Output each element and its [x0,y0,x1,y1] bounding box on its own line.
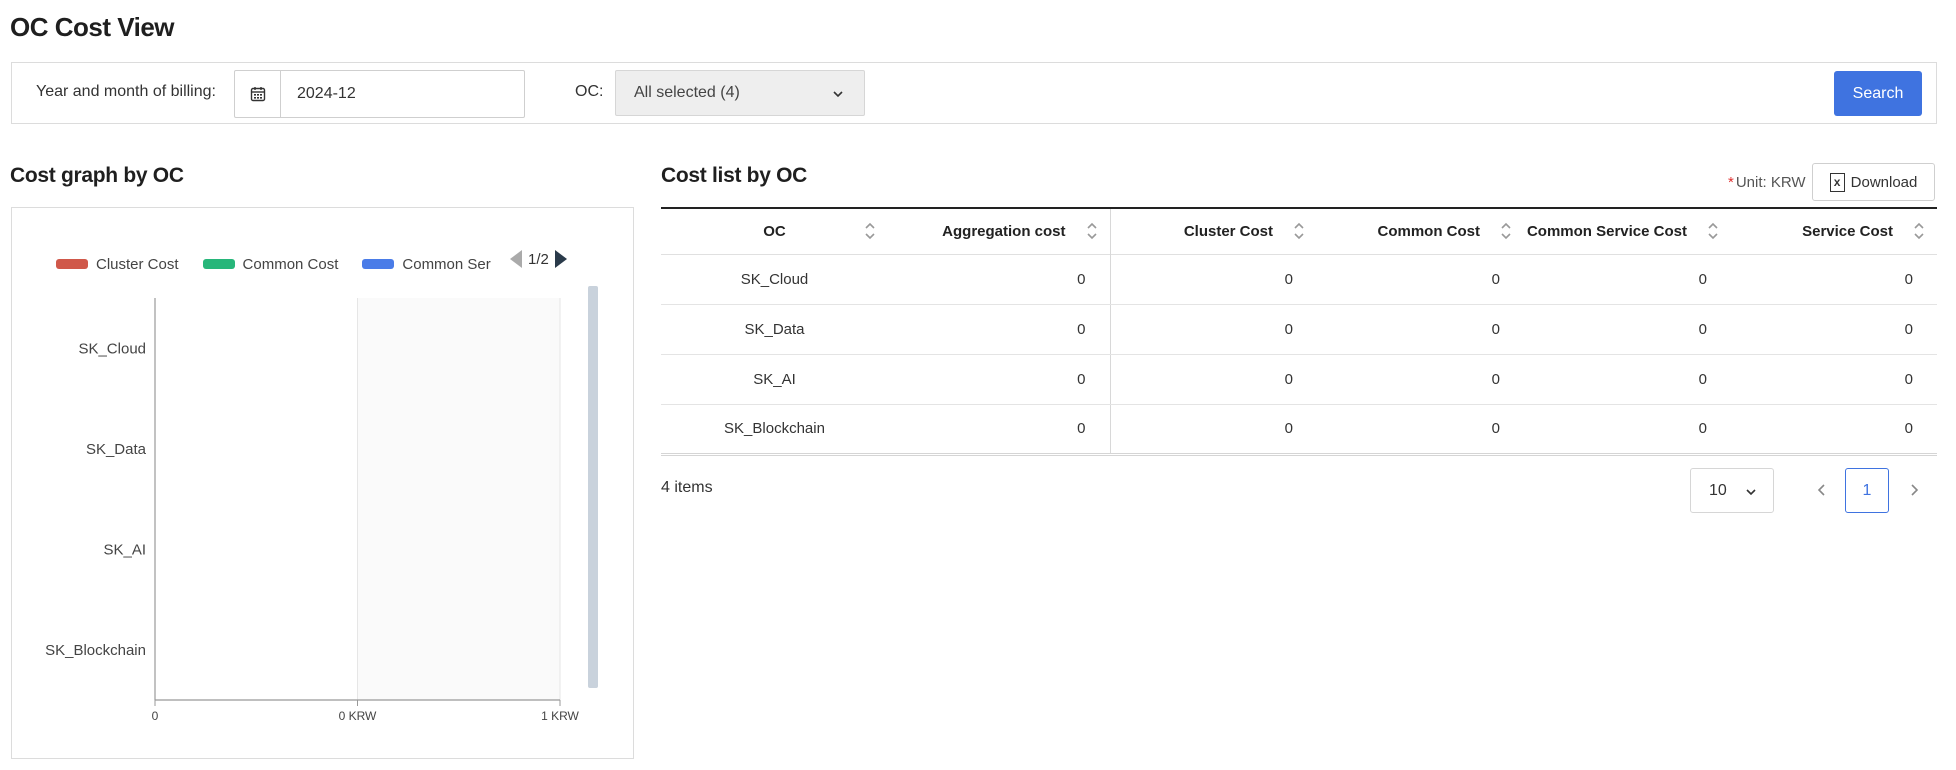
chevron-down-icon [832,87,844,105]
cost-cell: 0 [888,404,1111,456]
column-header-label: Service Cost [1802,222,1893,240]
page-title: OC Cost View [10,12,175,42]
sort-icon[interactable] [1913,221,1925,241]
table-header-row: OC Aggregation cost Cluster Cost Common Cos… [661,208,1937,254]
cost-cell: 0 [1524,254,1731,305]
column-header-label: Common Cost [1377,222,1481,240]
column-header[interactable]: OC [661,208,888,254]
cost-cell: 0 [1524,354,1731,405]
cost-cell: 0 [1110,304,1317,355]
billing-month-input[interactable] [281,71,524,117]
y-category-label: SK_AI [103,541,146,558]
pagination-page-current[interactable]: 1 [1845,468,1889,513]
column-header-label: Cluster Cost [1183,222,1273,240]
x-tick-label: 0 [152,709,159,723]
cost-cell: 0 [888,304,1111,355]
cost-cell: 0 [1317,354,1524,405]
cost-cell: 0 [1524,304,1731,355]
cost-cell: 0 [888,254,1111,305]
x-tick-label: 0 KRW [339,709,377,723]
sort-icon[interactable] [1086,221,1098,241]
unit-label: * Unit: KRW [1728,174,1806,191]
oc-name-cell: SK_AI [661,354,888,405]
cost-graph-chart: 0 0 KRW 1 KRW SK_Cloud SK_Data SK_AI SK_Blockc… [45,298,580,723]
download-label: Download [1850,173,1918,191]
oc-name-cell: SK_Blockchain [661,404,888,456]
table-row[interactable]: SK_AI 0 0 0 0 0 [661,354,1937,405]
page-size-value: 10 [1709,481,1727,499]
oc-select[interactable]: All selected (4) [615,70,865,116]
cost-cell: 0 [1110,354,1317,405]
oc-label: OC: [575,83,604,100]
cost-cell: 0 [1731,354,1937,405]
page-size-select[interactable]: 10 [1690,468,1774,513]
y-category-label: SK_Blockchain [45,642,146,659]
cost-cell: 0 [1317,254,1524,305]
cost-table: OC Aggregation cost Cluster Cost Common Cos… [661,207,1937,456]
cost-cell: 0 [1731,254,1937,305]
cost-graph-panel: Cluster Cost Common Cost Common Ser 1/2 … [11,207,634,759]
cost-cell: 0 [1317,404,1524,456]
cost-cell: 0 [888,354,1111,405]
column-header[interactable]: Common Cost [1317,208,1524,254]
calendar-icon[interactable] [235,71,281,117]
cost-cell: 0 [1110,404,1317,456]
chart-zoom-scrollbar[interactable] [588,286,598,688]
oc-select-value: All selected (4) [634,84,740,101]
download-button[interactable]: x Download [1812,163,1935,201]
oc-name-cell: SK_Data [661,304,888,355]
unit-text: Unit: KRW [1735,174,1806,191]
y-category-label: SK_Cloud [78,340,146,357]
billing-month-label: Year and month of billing: [36,83,216,100]
search-button[interactable]: Search [1834,71,1922,116]
table-row[interactable]: SK_Cloud 0 0 0 0 0 [661,254,1937,305]
cost-cell: 0 [1731,304,1937,355]
chevron-down-icon [1745,485,1757,503]
sort-icon[interactable] [1293,221,1305,241]
sort-icon[interactable] [1707,221,1719,241]
excel-file-icon: x [1829,172,1845,192]
column-header-label: Common Service Cost [1526,222,1687,240]
cost-cell: 0 [1317,304,1524,355]
x-tick-label: 1 KRW [541,709,579,723]
billing-month-picker[interactable] [234,70,525,118]
graph-title: Cost graph by OC [10,164,184,187]
cost-cell: 0 [1524,404,1731,456]
table-row[interactable]: SK_Blockchain 0 0 0 0 0 [661,404,1937,456]
plot-area-shade [357,298,560,700]
sort-icon[interactable] [864,221,876,241]
column-header-label: OC [763,222,786,240]
filter-bar: Year and month of billing: OC: All selec… [11,62,1937,124]
column-header[interactable]: Aggregation cost [888,208,1111,254]
column-header-label: Aggregation cost [942,222,1066,240]
chevron-right-icon[interactable] [1904,480,1924,500]
chevron-left-icon[interactable] [1812,480,1832,500]
oc-name-cell: SK_Cloud [661,254,888,305]
list-title: Cost list by OC [661,164,808,187]
column-header[interactable]: Service Cost [1731,208,1937,254]
table-row[interactable]: SK_Data 0 0 0 0 0 [661,304,1937,355]
cost-cell: 0 [1731,404,1937,456]
column-header[interactable]: Cluster Cost [1110,208,1317,254]
items-count: 4 items [661,479,713,496]
cost-cell: 0 [1110,254,1317,305]
sort-icon[interactable] [1500,221,1512,241]
column-header[interactable]: Common Service Cost [1524,208,1731,254]
y-category-label: SK_Data [86,441,147,458]
